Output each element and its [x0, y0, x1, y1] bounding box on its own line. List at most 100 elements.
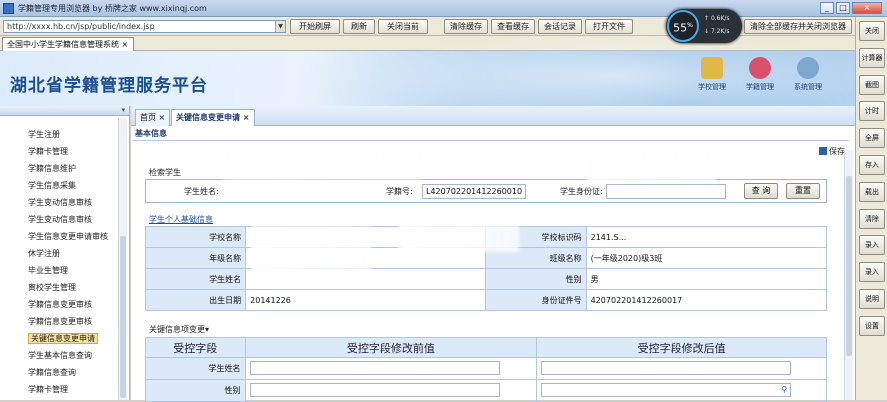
info-section-title: 学生个人基础信息 — [149, 215, 213, 224]
side-tool-button[interactable]: 计算器 — [859, 47, 885, 68]
side-tool-button[interactable]: 计时 — [859, 101, 885, 122]
side-tool-button[interactable]: 说明 — [859, 289, 885, 309]
field-after-input[interactable] — [541, 360, 792, 375]
table-row: 出生日期 20141226 身份证件号 420702201412260017 — [144, 289, 828, 311]
sidebar-item[interactable]: 学籍卡管理 — [0, 381, 129, 398]
field-label: 学生姓名 — [145, 357, 246, 380]
side-tool-button[interactable]: 截图 — [859, 74, 885, 95]
sidebar-item-label: 学生变动信息审核 — [28, 198, 92, 207]
sidebar-item[interactable]: 学籍信息变更审核 — [0, 313, 129, 330]
student-manage-nav[interactable]: 学籍管理 — [742, 57, 778, 92]
view-cache-button[interactable]: 查看缓存 — [491, 19, 535, 34]
info-label: 身份证件号 — [485, 289, 587, 311]
info-value: (一年级2020)级3班 — [585, 247, 828, 269]
id-label: 学籍号: — [386, 187, 413, 196]
field-before-input[interactable] — [249, 360, 500, 375]
sidebar-item[interactable]: 关键信息变更申请 — [0, 330, 129, 347]
chevron-down-icon[interactable]: ▾ — [205, 325, 209, 334]
network-speed-widget: 55% ↑ 0.6K/s ↓ 7.2K/s — [666, 9, 742, 43]
close-current-button[interactable]: 关闭当前 — [378, 19, 428, 34]
field-label: 性别 — [145, 379, 246, 402]
field-after-cell: ⚲ — [536, 379, 827, 402]
search-icon[interactable]: ⚲ — [781, 384, 787, 396]
table-row: 学生姓名 — [145, 357, 827, 380]
sidebar-item[interactable]: 学生变动信息审核 — [0, 211, 129, 228]
tab-xueji[interactable]: 全国中小学生学籍信息管理系统 × — [2, 37, 134, 51]
student-id-input[interactable]: L420702201412260010 — [422, 184, 526, 199]
field-before-cell — [244, 379, 538, 402]
sidebar-item[interactable]: 学籍卡管理 — [0, 143, 129, 160]
side-tool-button[interactable]: 设置 — [859, 315, 885, 336]
start-refresh-button[interactable]: 开始刷屏 — [290, 19, 340, 34]
privacy-blur — [399, 224, 519, 252]
content-scrollbar[interactable] — [844, 150, 853, 400]
clear-cache-button[interactable]: 清除缓存 — [444, 19, 488, 34]
idcard-input[interactable] — [606, 184, 726, 199]
sidebar-item[interactable]: 学生注册 — [0, 126, 129, 143]
sidebar-item-label: 学籍信息维护 — [28, 164, 76, 173]
system-manage-nav[interactable]: 系统管理 — [790, 57, 826, 92]
side-tool-button[interactable]: 录入 — [859, 262, 885, 283]
school-manage-label: 学校管理 — [698, 83, 726, 91]
field-before-input[interactable] — [249, 382, 500, 397]
sidebar-item[interactable]: 学生信息变更申请审核 — [0, 228, 129, 245]
key-fields-table: 受控字段 受控字段修改前值 受控字段修改后值 学生姓名 性别 ⚲ — [145, 337, 827, 402]
upload-speed: ↑ 0.6K/s — [704, 15, 730, 22]
fields-section-title: 关键信息项变更▾ — [149, 324, 209, 335]
chevron-up-icon[interactable]: ▾ — [121, 106, 125, 114]
info-label: 性别 — [485, 268, 587, 290]
school-manage-nav[interactable]: 学校管理 — [694, 57, 730, 92]
sidebar-list: 学生注册 学籍卡管理 学籍信息维护 学生信息采集 学生变动信息审核 学生变动信息审核 学生信… — [0, 116, 129, 398]
sidebar-item[interactable]: 学生变动信息审核 — [0, 194, 129, 211]
close-icon[interactable]: × — [159, 113, 166, 122]
save-button[interactable]: 保存 — [819, 146, 845, 157]
tab-key-info-label: 关键信息变更申请 — [176, 113, 240, 122]
chevron-down-icon[interactable]: ▼ — [275, 21, 285, 32]
minimize-button[interactable]: _ — [820, 2, 834, 14]
tab-home[interactable]: 首页 × — [135, 109, 171, 126]
side-tool-button[interactable]: 全屏 — [859, 128, 885, 149]
side-tool-button[interactable]: 关闭 — [859, 21, 885, 41]
sidebar-item-label: 学籍卡管理 — [28, 385, 68, 394]
sidebar-item-label: 学籍信息变更审核 — [28, 317, 92, 326]
field-after-input[interactable]: ⚲ — [541, 382, 792, 397]
sidebar-item[interactable]: 学籍信息变更审核 — [0, 296, 129, 313]
side-tool-button[interactable]: 清除 — [859, 208, 885, 229]
idcard-label: 学生身份证: — [560, 187, 603, 196]
clear-all-close-button[interactable]: 清除全部缓存并关闭浏览器 — [744, 19, 852, 34]
student-manage-label: 学籍管理 — [746, 83, 774, 91]
sidebar-item-label: 学生注册 — [28, 130, 60, 139]
side-tool-button[interactable]: 存入 — [859, 155, 885, 175]
info-value: 2141.S... — [585, 226, 828, 248]
scrollbar-thumb[interactable] — [846, 176, 852, 356]
sidebar-scrollbar[interactable] — [118, 118, 127, 400]
tab-key-info-change[interactable]: 关键信息变更申请 × — [171, 109, 255, 126]
col-after: 受控字段修改后值 — [536, 337, 827, 358]
search-section-title: 检索学生 — [149, 168, 181, 177]
sidebar-item[interactable]: 学籍信息查询 — [0, 364, 129, 381]
fields-section-label: 关键信息项变更 — [149, 325, 205, 334]
side-tool-button[interactable]: 载出 — [859, 181, 885, 202]
sidebar-item[interactable]: 毕业生管理 — [0, 262, 129, 279]
side-tool-button[interactable]: 录入 — [859, 235, 885, 256]
sidebar-item[interactable]: 离校学生管理 — [0, 279, 129, 296]
maximize-button[interactable]: □ — [836, 2, 850, 14]
close-icon[interactable]: × — [243, 113, 250, 122]
system-manage-label: 系统管理 — [794, 83, 822, 91]
reset-button[interactable]: 重置 — [786, 183, 820, 199]
gauge-percent-unit: % — [687, 22, 693, 29]
name-input[interactable] — [230, 184, 370, 199]
sidebar-item[interactable]: 学籍信息维护 — [0, 160, 129, 177]
sidebar-item[interactable]: 学生信息采集 — [0, 177, 129, 194]
scrollbar-thumb[interactable] — [120, 236, 126, 398]
refresh-button[interactable]: 刷新 — [343, 19, 375, 34]
divider — [133, 140, 849, 141]
table-row: 学生姓名 性别男 — [144, 268, 828, 290]
close-window-button[interactable]: × — [852, 2, 882, 14]
sidebar-item[interactable]: 休学注册 — [0, 245, 129, 262]
sidebar-item[interactable]: 学生基本信息查询 — [0, 347, 129, 364]
query-button[interactable]: 查 询 — [744, 183, 778, 199]
address-bar[interactable]: http://xxxx.hb.cn/jsp/public/index.jsp ▼ — [3, 20, 286, 33]
gauge-percent: 55 — [673, 21, 688, 35]
close-icon[interactable]: × — [122, 40, 129, 49]
